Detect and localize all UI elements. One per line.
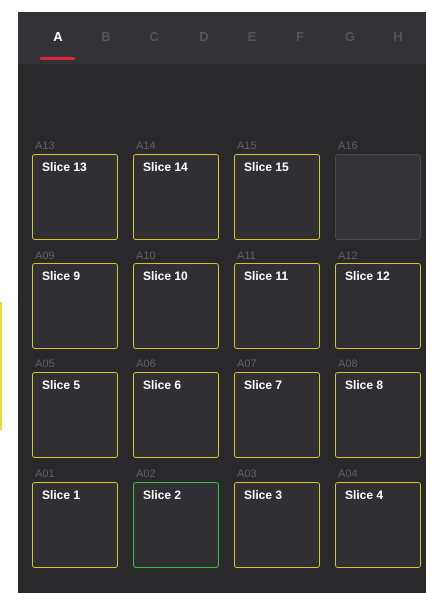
pad-a06[interactable]: Slice 6 bbox=[133, 372, 219, 458]
pad-a13[interactable]: Slice 13 bbox=[32, 154, 118, 240]
pad-id-a16: A16 bbox=[338, 140, 358, 152]
pad-a04[interactable]: Slice 4 bbox=[335, 482, 421, 568]
pad-a15[interactable]: Slice 15 bbox=[234, 154, 320, 240]
pad-id-a04: A04 bbox=[338, 468, 358, 480]
tab-bank-b[interactable]: B bbox=[86, 24, 126, 64]
pad-id-a08: A08 bbox=[338, 358, 358, 370]
pad-label: Slice 13 bbox=[42, 160, 87, 174]
tab-bank-h[interactable]: H bbox=[378, 24, 418, 64]
tab-label: E bbox=[247, 29, 257, 44]
pad-a01[interactable]: Slice 1 bbox=[32, 482, 118, 568]
tab-label: D bbox=[199, 29, 209, 44]
pad-a07[interactable]: Slice 7 bbox=[234, 372, 320, 458]
pad-label: Slice 11 bbox=[244, 269, 289, 283]
pad-a12[interactable]: Slice 12 bbox=[335, 263, 421, 349]
pad-id-a15: A15 bbox=[237, 140, 257, 152]
tab-label: C bbox=[149, 29, 159, 44]
pad-label: Slice 5 bbox=[42, 378, 81, 392]
pad-a08[interactable]: Slice 8 bbox=[335, 372, 421, 458]
tab-label: G bbox=[344, 29, 356, 44]
tab-bank-d[interactable]: D bbox=[184, 24, 224, 64]
pad-id-a06: A06 bbox=[136, 358, 156, 370]
pad-id-a13: A13 bbox=[35, 140, 55, 152]
pad-id-a11: A11 bbox=[237, 250, 256, 262]
pad-a16[interactable] bbox=[335, 154, 421, 240]
bank-tab-bar: A B C D E F G H bbox=[18, 12, 426, 64]
tab-label: H bbox=[393, 29, 403, 44]
pad-a05[interactable]: Slice 5 bbox=[32, 372, 118, 458]
tab-label: F bbox=[296, 29, 304, 44]
pad-id-a14: A14 bbox=[136, 140, 156, 152]
tab-bank-c[interactable]: C bbox=[134, 24, 174, 64]
tab-label: A bbox=[53, 29, 63, 44]
tab-bank-a[interactable]: A bbox=[38, 24, 78, 64]
pad-id-a05: A05 bbox=[35, 358, 55, 370]
pad-id-a02: A02 bbox=[136, 468, 156, 480]
edge-accent-line bbox=[0, 302, 2, 430]
pad-id-a01: A01 bbox=[35, 468, 55, 480]
tab-bank-e[interactable]: E bbox=[232, 24, 272, 64]
pad-label: Slice 3 bbox=[244, 488, 283, 502]
pad-label: Slice 4 bbox=[345, 488, 384, 502]
pad-label: Slice 15 bbox=[244, 160, 289, 174]
pad-label: Slice 7 bbox=[244, 378, 283, 392]
pad-label: Slice 2 bbox=[143, 488, 182, 502]
pad-label: Slice 14 bbox=[143, 160, 188, 174]
pad-id-a07: A07 bbox=[237, 358, 257, 370]
pad-a09[interactable]: Slice 9 bbox=[32, 263, 118, 349]
pad-a02[interactable]: Slice 2 bbox=[133, 482, 219, 568]
pad-label: Slice 12 bbox=[345, 269, 390, 283]
pad-a03[interactable]: Slice 3 bbox=[234, 482, 320, 568]
pad-id-a03: A03 bbox=[237, 468, 257, 480]
tab-bank-g[interactable]: G bbox=[330, 24, 370, 64]
tab-bank-f[interactable]: F bbox=[280, 24, 320, 64]
pad-label: Slice 8 bbox=[345, 378, 384, 392]
pad-label: Slice 10 bbox=[143, 269, 188, 283]
active-tab-indicator bbox=[40, 57, 75, 60]
pad-label: Slice 6 bbox=[143, 378, 182, 392]
pad-bank-panel: A B C D E F G H A13 A14 A15 A16 Slice 13… bbox=[18, 12, 426, 593]
tab-label: B bbox=[101, 29, 111, 44]
pad-a10[interactable]: Slice 10 bbox=[133, 263, 219, 349]
pad-id-a12: A12 bbox=[338, 250, 358, 262]
pad-label: Slice 9 bbox=[42, 269, 81, 283]
pad-a14[interactable]: Slice 14 bbox=[133, 154, 219, 240]
pad-label: Slice 1 bbox=[42, 488, 81, 502]
pad-id-a09: A09 bbox=[35, 250, 55, 262]
pad-id-a10: A10 bbox=[136, 250, 156, 262]
pad-a11[interactable]: Slice 11 bbox=[234, 263, 320, 349]
